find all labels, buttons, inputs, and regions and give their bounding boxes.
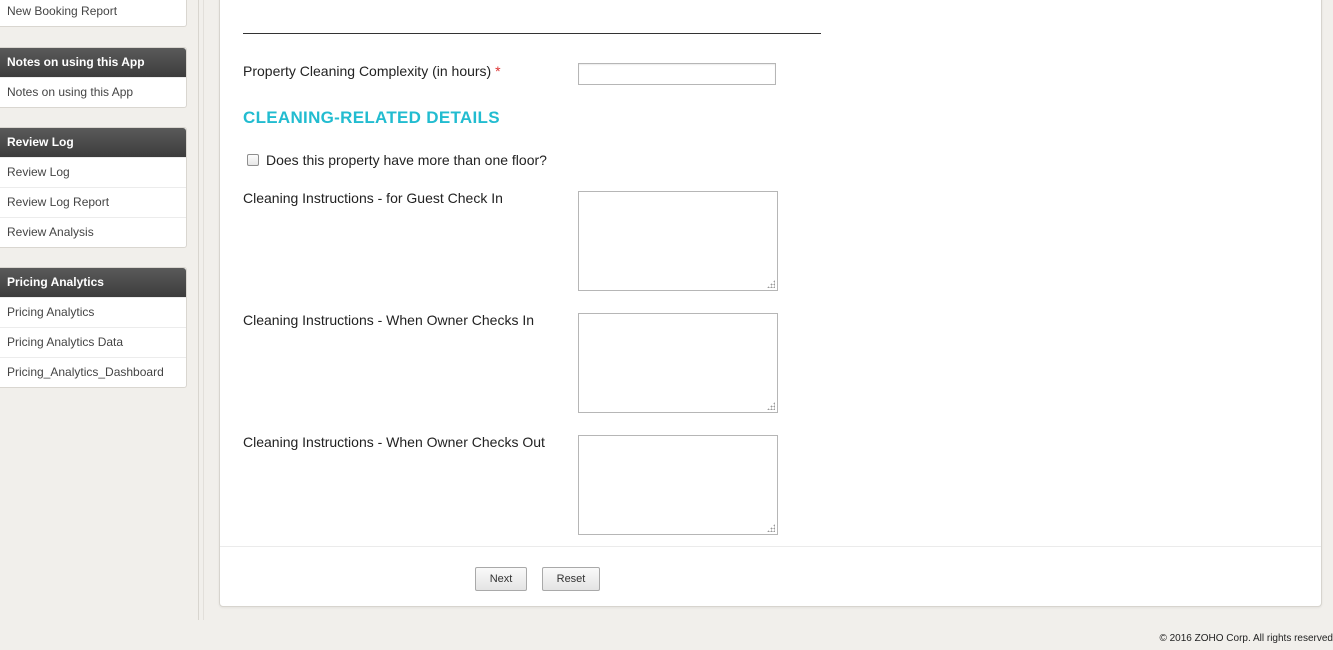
sidebar-panel-pricing: Pricing Analytics Pricing Analytics Pric… xyxy=(0,267,187,388)
sidebar-divider xyxy=(198,0,199,620)
sidebar-panel-review-log: Review Log Review Log Review Log Report … xyxy=(0,127,187,248)
resize-grip-icon[interactable] xyxy=(767,402,775,410)
guest-checkin-textarea[interactable] xyxy=(578,191,778,291)
sidebar-section-title-pricing[interactable]: Pricing Analytics xyxy=(0,268,186,297)
form-container: Property Cleaning Complexity (in hours) … xyxy=(219,0,1322,607)
resize-grip-icon[interactable] xyxy=(767,524,775,532)
section-title-cleaning: CLEANING-RELATED DETAILS xyxy=(243,108,500,127)
next-button[interactable]: Next xyxy=(475,567,527,591)
copyright-text: © 2016 ZOHO Corp. All rights reserved xyxy=(1159,633,1333,644)
sidebar-item-pricing-analytics-data[interactable]: Pricing Analytics Data xyxy=(0,327,186,357)
sidebar-item-pricing-analytics[interactable]: Pricing Analytics xyxy=(0,297,186,327)
form-footer-divider xyxy=(220,546,1321,547)
section-divider-line xyxy=(243,33,821,34)
owner-checkout-label: Cleaning Instructions - When Owner Check… xyxy=(243,434,545,450)
guest-checkin-label: Cleaning Instructions - for Guest Check … xyxy=(243,190,503,206)
owner-checkin-label: Cleaning Instructions - When Owner Check… xyxy=(243,312,535,328)
sidebar-item-review-log-report[interactable]: Review Log Report xyxy=(0,187,186,217)
sidebar-panel-notes: Notes on using this App Notes on using t… xyxy=(0,47,187,108)
multi-floor-label: Does this property have more than one fl… xyxy=(266,152,547,168)
owner-checkout-textarea[interactable] xyxy=(578,435,778,535)
sidebar-section-title-notes[interactable]: Notes on using this App xyxy=(0,48,186,77)
owner-checkin-textarea[interactable] xyxy=(578,313,778,413)
required-mark: * xyxy=(495,63,501,79)
complexity-label: Property Cleaning Complexity (in hours) … xyxy=(243,63,501,79)
sidebar-item-new-booking-report[interactable]: New Booking Report xyxy=(0,0,186,26)
reset-button[interactable]: Reset xyxy=(542,567,600,591)
sidebar: New Booking Report Notes on using this A… xyxy=(0,0,187,620)
multi-floor-checkbox[interactable] xyxy=(247,154,259,166)
sidebar-item-notes[interactable]: Notes on using this App xyxy=(0,77,186,107)
complexity-label-text: Property Cleaning Complexity (in hours) xyxy=(243,63,492,79)
sidebar-item-pricing-dashboard[interactable]: Pricing_Analytics_Dashboard xyxy=(0,357,186,387)
sidebar-item-review-analysis[interactable]: Review Analysis xyxy=(0,217,186,247)
sidebar-section-title-review-log[interactable]: Review Log xyxy=(0,128,186,157)
sidebar-item-review-log[interactable]: Review Log xyxy=(0,157,186,187)
complexity-input[interactable] xyxy=(578,63,776,85)
sidebar-divider-inner xyxy=(203,0,204,620)
sidebar-panel-bookings: New Booking Report xyxy=(0,0,187,27)
resize-grip-icon[interactable] xyxy=(767,280,775,288)
